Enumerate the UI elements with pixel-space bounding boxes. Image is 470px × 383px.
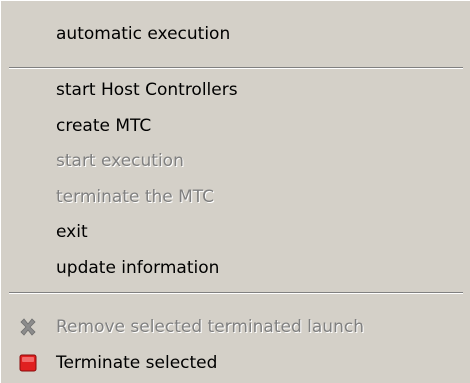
terminate-red-square-icon	[18, 353, 38, 373]
menu-item-label: Remove selected terminated launch	[56, 317, 364, 337]
menu-separator	[9, 67, 463, 69]
remove-x-icon	[18, 317, 38, 337]
menu-item-label: start execution	[56, 151, 184, 171]
menu-item-remove-selected-terminated-launch: Remove selected terminated launch	[1, 310, 470, 344]
menu-item-terminate-selected[interactable]: Terminate selected	[1, 346, 470, 380]
menu-separator	[9, 292, 463, 294]
menu-item-update-information[interactable]: update information	[1, 251, 470, 285]
menu-item-label: create MTC	[56, 116, 152, 136]
menu-item-label: start Host Controllers	[56, 80, 238, 100]
menu-item-terminate-mtc: terminate the MTC	[1, 180, 470, 214]
menu-item-label: automatic execution	[56, 24, 231, 44]
menu-item-label: update information	[56, 258, 220, 278]
menu-item-automatic-execution[interactable]: automatic execution	[1, 17, 470, 51]
menu-item-label: exit	[56, 222, 88, 242]
menu-item-create-mtc[interactable]: create MTC	[1, 109, 470, 143]
menu-item-start-execution: start execution	[1, 144, 470, 178]
context-menu: automatic execution start Host Controlle…	[0, 0, 470, 383]
menu-item-exit[interactable]: exit	[1, 215, 470, 249]
menu-item-label: terminate the MTC	[56, 187, 215, 207]
menu-item-label: Terminate selected	[56, 353, 218, 373]
menu-item-start-host-controllers[interactable]: start Host Controllers	[1, 73, 470, 107]
